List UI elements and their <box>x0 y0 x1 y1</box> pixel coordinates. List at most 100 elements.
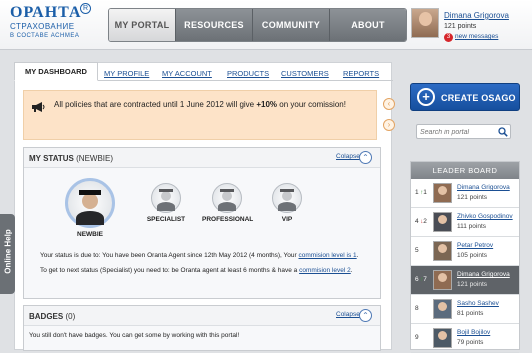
brand-name: ОРАНТА <box>10 4 82 21</box>
leader-points: 121 points <box>457 281 487 288</box>
badges-collapse-link[interactable]: Colapse <box>336 311 360 318</box>
tab-products[interactable]: PRODUCTS <box>227 69 269 78</box>
level-newbie-label: NEWBIE <box>77 231 103 238</box>
leader-avatar[interactable] <box>433 299 452 319</box>
user-name-link[interactable]: Dimana Grigorova <box>444 11 509 20</box>
dashboard-content: MY DASHBOARD MY PROFILE MY ACCOUNT PRODU… <box>14 62 395 351</box>
search-box <box>416 124 511 139</box>
brand-line2: В СОСТАВЕ АСНМЕА <box>10 33 80 39</box>
leaderboard-row[interactable]: 8 Sasho Sashev 81 points <box>411 295 519 324</box>
commision-level-2-link[interactable]: commision level 2 <box>299 267 351 274</box>
level-professional-label: PROFESSIONAL <box>202 216 254 223</box>
tab-my-account[interactable]: MY ACCOUNT <box>162 69 212 78</box>
leaderboard-rank: 9 <box>415 334 419 341</box>
rank-number: 9 <box>415 334 419 341</box>
new-messages-label: new messages <box>455 33 499 40</box>
rank-number: 5 <box>415 247 419 254</box>
badges-title: BADGES <box>29 312 64 321</box>
leader-name-link[interactable]: Zhivko Gospodinov <box>457 213 513 220</box>
rank-change: 7 <box>423 276 427 283</box>
notice-next-icon[interactable]: › <box>383 119 395 131</box>
commision-level-1-link[interactable]: commision level is 1 <box>299 252 357 259</box>
sub-tabs: MY DASHBOARD MY PROFILE MY ACCOUNT PRODU… <box>14 62 393 81</box>
graduate-avatar-icon <box>65 178 115 228</box>
leader-points: 111 points <box>457 223 487 230</box>
next-status-text: To get to next status (Specialist) you n… <box>40 267 353 274</box>
specialist-avatar-icon <box>151 183 181 213</box>
tab-my-dashboard[interactable]: MY DASHBOARD <box>14 62 98 81</box>
leader-name-link[interactable]: Sasho Sashev <box>457 300 499 307</box>
online-help-tab[interactable]: Online Help <box>0 214 15 294</box>
badges-count: (0) <box>65 312 76 321</box>
leaderboard-rank: 1 ↑1 <box>415 189 427 196</box>
tab-my-profile[interactable]: MY PROFILE <box>104 69 149 78</box>
leaderboard-row[interactable]: 6 ↑7 Dimana Grigorova 121 points <box>411 266 519 295</box>
leader-points: 105 points <box>457 252 487 259</box>
create-osago-label: CREATE OSAGO <box>441 93 516 103</box>
badges-panel: BADGES (0) Colapse ⌃ You still don't hav… <box>23 305 381 351</box>
chevron-up-icon[interactable]: ⌃ <box>359 309 372 322</box>
rank-number: 8 <box>415 305 419 312</box>
tab-customers[interactable]: CUSTOMERS <box>281 69 329 78</box>
notice-text-after: on your comission! <box>277 100 346 109</box>
leader-avatar[interactable] <box>433 328 452 348</box>
nav-about[interactable]: ABOUT <box>329 9 406 41</box>
level-professional: PROFESSIONAL <box>202 183 254 223</box>
tab-reports[interactable]: REPORTS <box>343 69 379 78</box>
status-collapse-link[interactable]: Colapse <box>336 153 360 160</box>
brand-line1: СТРАХОВАНИЕ <box>10 22 75 31</box>
nav-resources[interactable]: RESOURCES <box>175 9 252 41</box>
leader-points: 121 points <box>457 194 487 201</box>
leader-avatar[interactable] <box>433 183 452 203</box>
status-title: MY STATUS <box>29 154 74 163</box>
user-points: 121 points <box>444 23 477 30</box>
new-messages-link[interactable]: 3 new messages <box>444 33 498 42</box>
leader-avatar[interactable] <box>433 241 452 261</box>
nav-my-portal[interactable]: MY PORTAL <box>109 9 175 41</box>
leaderboard-rank: 4 ↓2 <box>415 218 427 225</box>
leader-avatar[interactable] <box>433 270 452 290</box>
leader-name-link[interactable]: Dimana Grigorova <box>457 184 510 191</box>
search-input[interactable] <box>420 127 495 137</box>
notice-highlight: +10% <box>256 100 278 109</box>
level-specialist: SPECIALIST <box>146 183 186 223</box>
level-specialist-label: SPECIALIST <box>146 216 186 223</box>
next-status-end: . <box>350 267 353 274</box>
user-avatar[interactable] <box>411 8 439 38</box>
promo-notice: All policies that are contracted until 1… <box>23 90 395 140</box>
status-level: (NEWBIE) <box>76 154 114 163</box>
create-osago-button[interactable]: + CREATE OSAGO <box>410 83 520 111</box>
online-help-label: Online Help <box>3 229 13 274</box>
leader-avatar[interactable] <box>433 212 452 232</box>
notice-text: All policies that are contracted until 1… <box>54 100 346 109</box>
leader-name-link[interactable]: Dimana Grigorova <box>457 271 510 278</box>
megaphone-icon <box>32 102 45 112</box>
status-reason-end: . <box>356 252 359 259</box>
leader-points: 81 points <box>457 310 484 317</box>
plus-icon: + <box>417 88 435 106</box>
badges-panel-header: BADGES (0) Colapse ⌃ <box>24 306 380 326</box>
leaderboard-rank: 5 <box>415 247 419 254</box>
status-panel-header: MY STATUS (NEWBIE) Colapse ⌃ <box>24 148 380 168</box>
leader-name-link[interactable]: Petar Petrov <box>457 242 493 249</box>
chevron-up-icon[interactable]: ⌃ <box>359 151 372 164</box>
notice-text-before: All policies that are contracted until 1… <box>54 100 257 109</box>
top-bar: ОРАНТА R СТРАХОВАНИЕ В СОСТАВЕ АСНМЕА MY… <box>0 0 532 50</box>
leaderboard-row[interactable]: 9 Bojil Bojilov 79 points <box>411 324 519 353</box>
brand-logo[interactable]: ОРАНТА R СТРАХОВАНИЕ В СОСТАВЕ АСНМЕА <box>10 3 91 39</box>
notice-prev-icon[interactable]: ‹ <box>383 98 395 110</box>
registered-mark-icon: R <box>80 3 91 14</box>
leaderboard-rank: 6 ↑7 <box>415 276 427 283</box>
leaderboard-row[interactable]: 1 ↑1 Dimana Grigorova 121 points <box>411 179 519 208</box>
nav-community[interactable]: COMMUNITY <box>252 9 329 41</box>
professional-avatar-icon <box>212 183 242 213</box>
leader-name-link[interactable]: Bojil Bojilov <box>457 329 490 336</box>
badges-empty-text: You still don't have badges. You can get… <box>29 332 240 339</box>
status-panel: MY STATUS (NEWBIE) Colapse ⌃ NEWBIE SPEC… <box>23 147 381 299</box>
leaderboard-row[interactable]: 5 Petar Petrov 105 points <box>411 237 519 266</box>
search-icon[interactable] <box>498 127 508 137</box>
status-panel-title: MY STATUS (NEWBIE) <box>29 154 113 163</box>
leaderboard-row[interactable]: 4 ↓2 Zhivko Gospodinov 111 points <box>411 208 519 237</box>
leader-points: 79 points <box>457 339 484 346</box>
rank-change: 2 <box>423 218 427 225</box>
